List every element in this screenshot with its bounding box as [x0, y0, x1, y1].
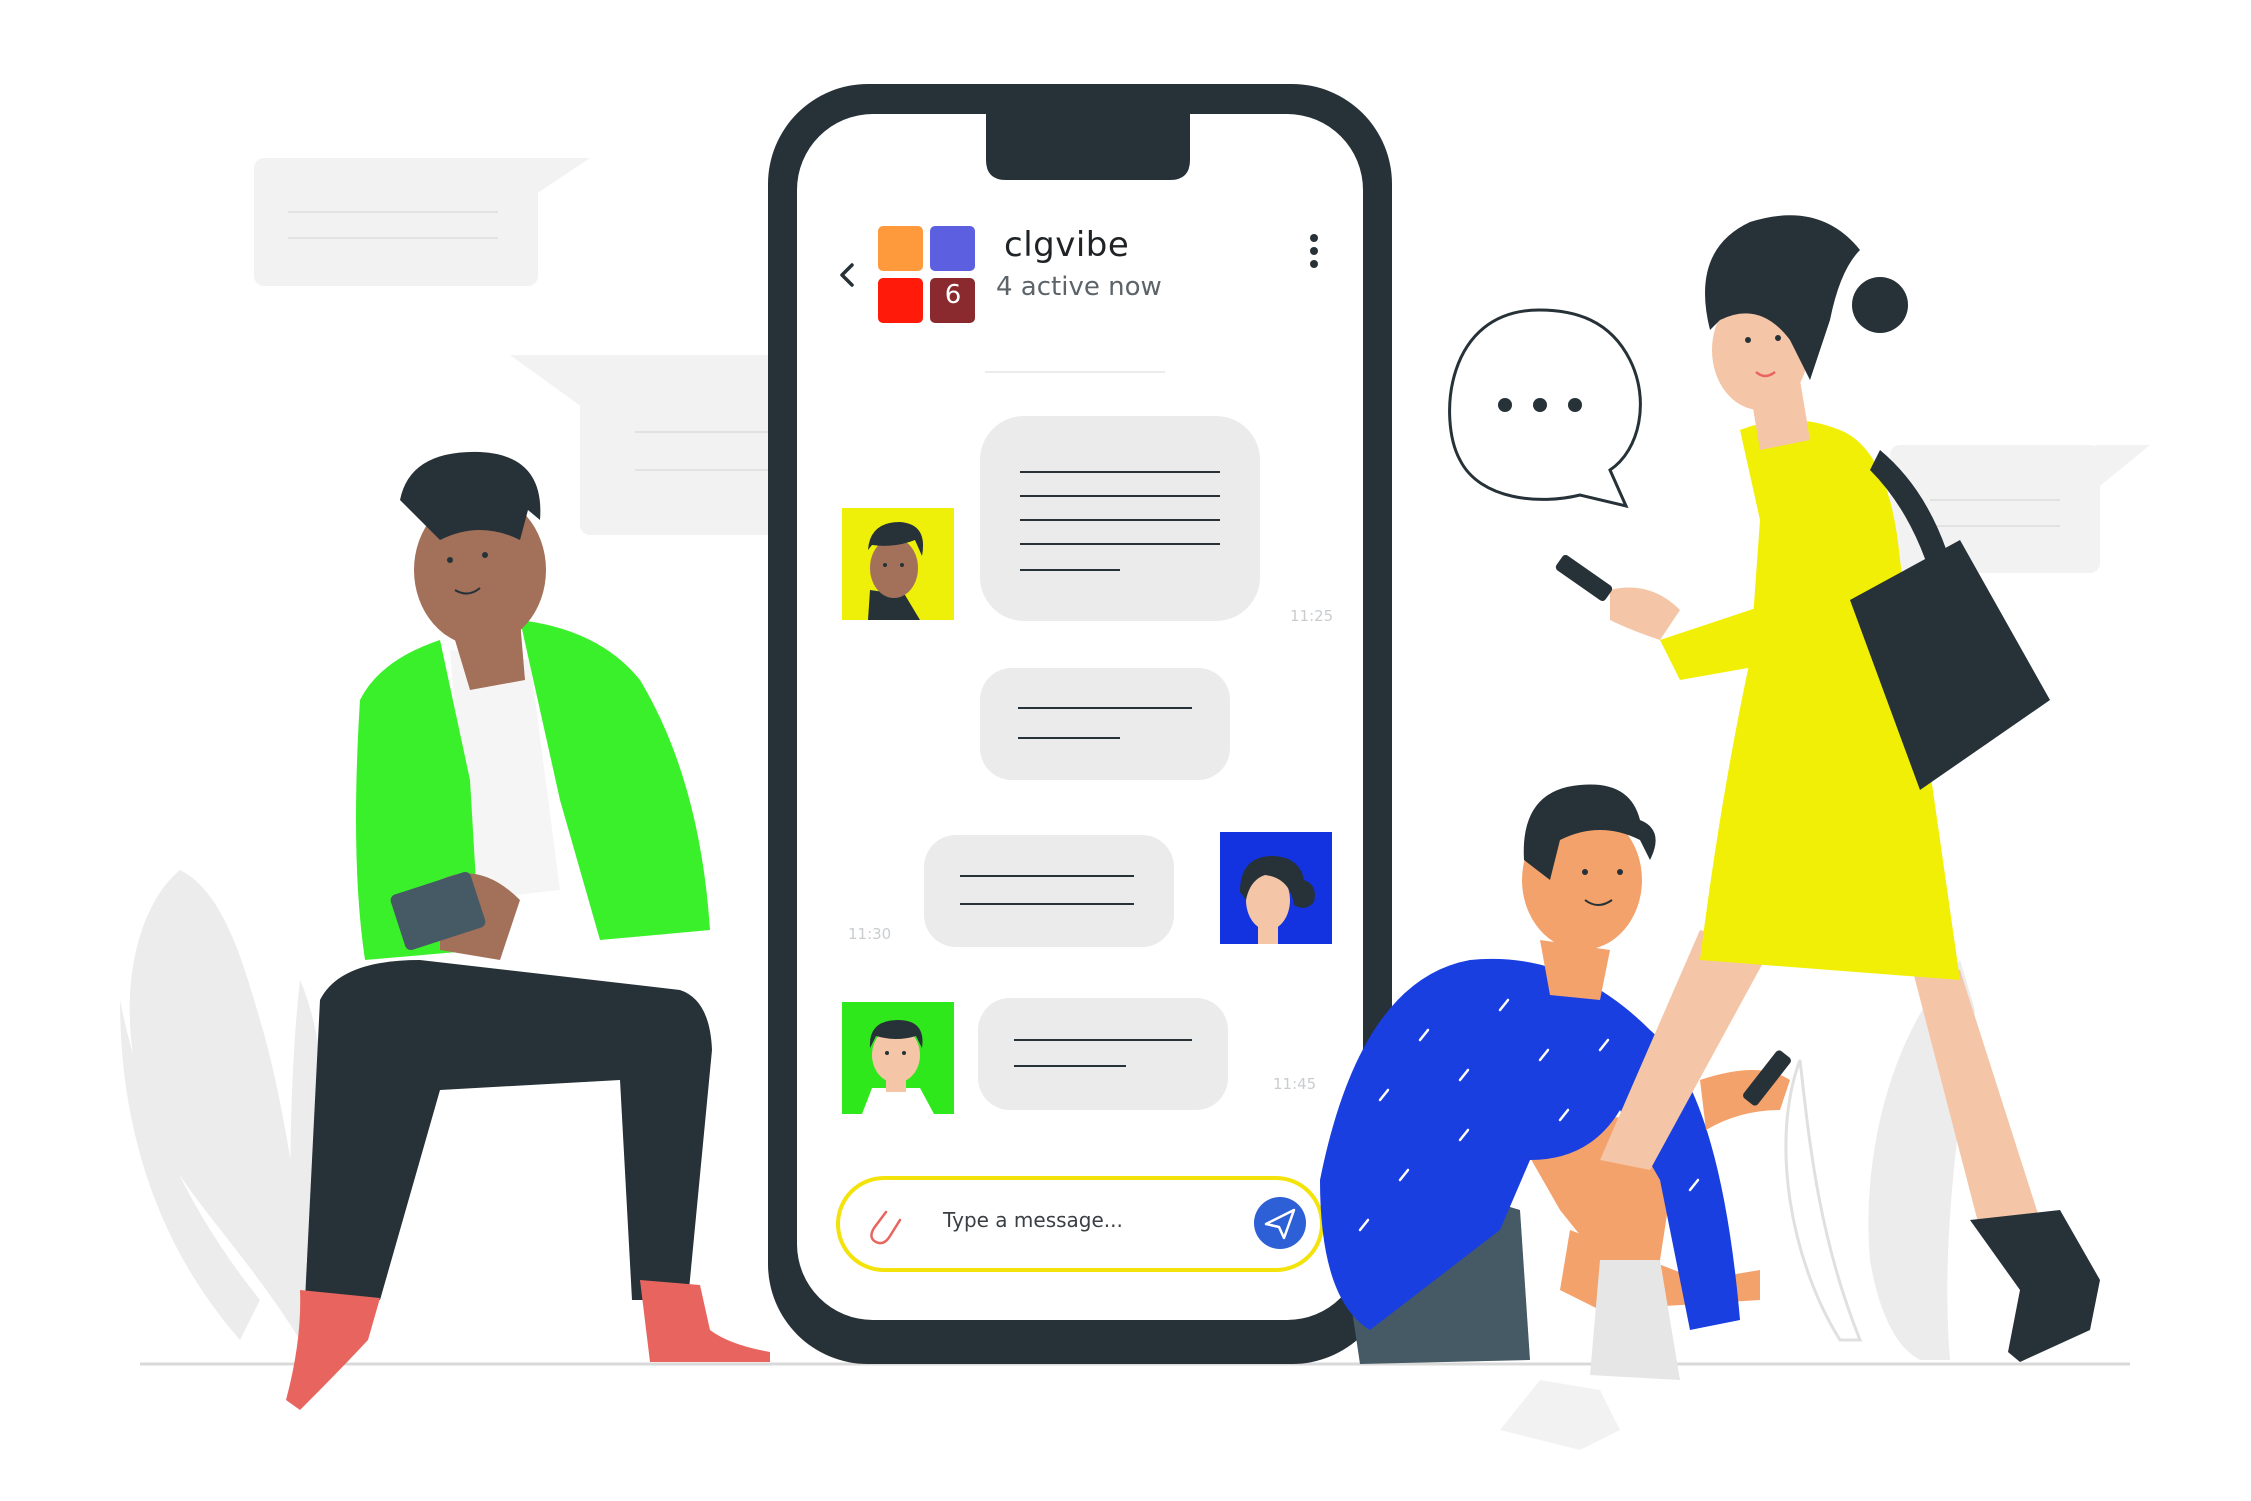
background-bubble-mid — [510, 355, 800, 535]
avatar-badge-count: 6 — [944, 280, 962, 310]
message-time: 11:25 — [1290, 607, 1334, 625]
chat-status: 4 active now — [996, 272, 1162, 302]
person-left-shoe-right — [640, 1280, 770, 1362]
message-4-received — [978, 998, 1228, 1110]
message-bubble — [924, 835, 1174, 947]
plant-left — [120, 870, 324, 1340]
message-1-received — [980, 416, 1260, 621]
person-left-hair — [400, 451, 541, 540]
message-time: 11:30 — [848, 925, 892, 943]
background-bubble-left — [254, 158, 590, 286]
avatar-user-yellow — [842, 508, 954, 620]
message-bubble — [980, 668, 1230, 780]
message-bubble — [978, 998, 1228, 1110]
message-3-sent — [924, 835, 1174, 947]
back-button[interactable] — [830, 255, 866, 295]
message-input[interactable]: Type a message... — [943, 1208, 1123, 1232]
speech-bubble — [1448, 308, 1642, 509]
avatar-user-green — [842, 1002, 954, 1114]
avatar-tile-red — [878, 278, 923, 323]
more-options-button[interactable] — [1296, 225, 1332, 277]
message-bubble — [980, 416, 1260, 621]
avatar-tile-purple — [930, 226, 975, 271]
chat-title: clgvibe — [1004, 225, 1130, 265]
avatar-tile-orange — [878, 226, 923, 271]
attach-button[interactable] — [862, 1200, 908, 1250]
person-woman-shoe — [1970, 1210, 2100, 1362]
person-left-man — [286, 451, 770, 1410]
message-time: 11:45 — [1273, 1075, 1317, 1093]
avatar-user-blue — [1220, 832, 1332, 944]
person-woman-phone — [1555, 554, 1613, 602]
phone-notch — [986, 114, 1190, 180]
person-left-pants — [305, 960, 712, 1300]
message-2-received — [980, 668, 1230, 780]
send-button[interactable] — [1254, 1197, 1306, 1249]
